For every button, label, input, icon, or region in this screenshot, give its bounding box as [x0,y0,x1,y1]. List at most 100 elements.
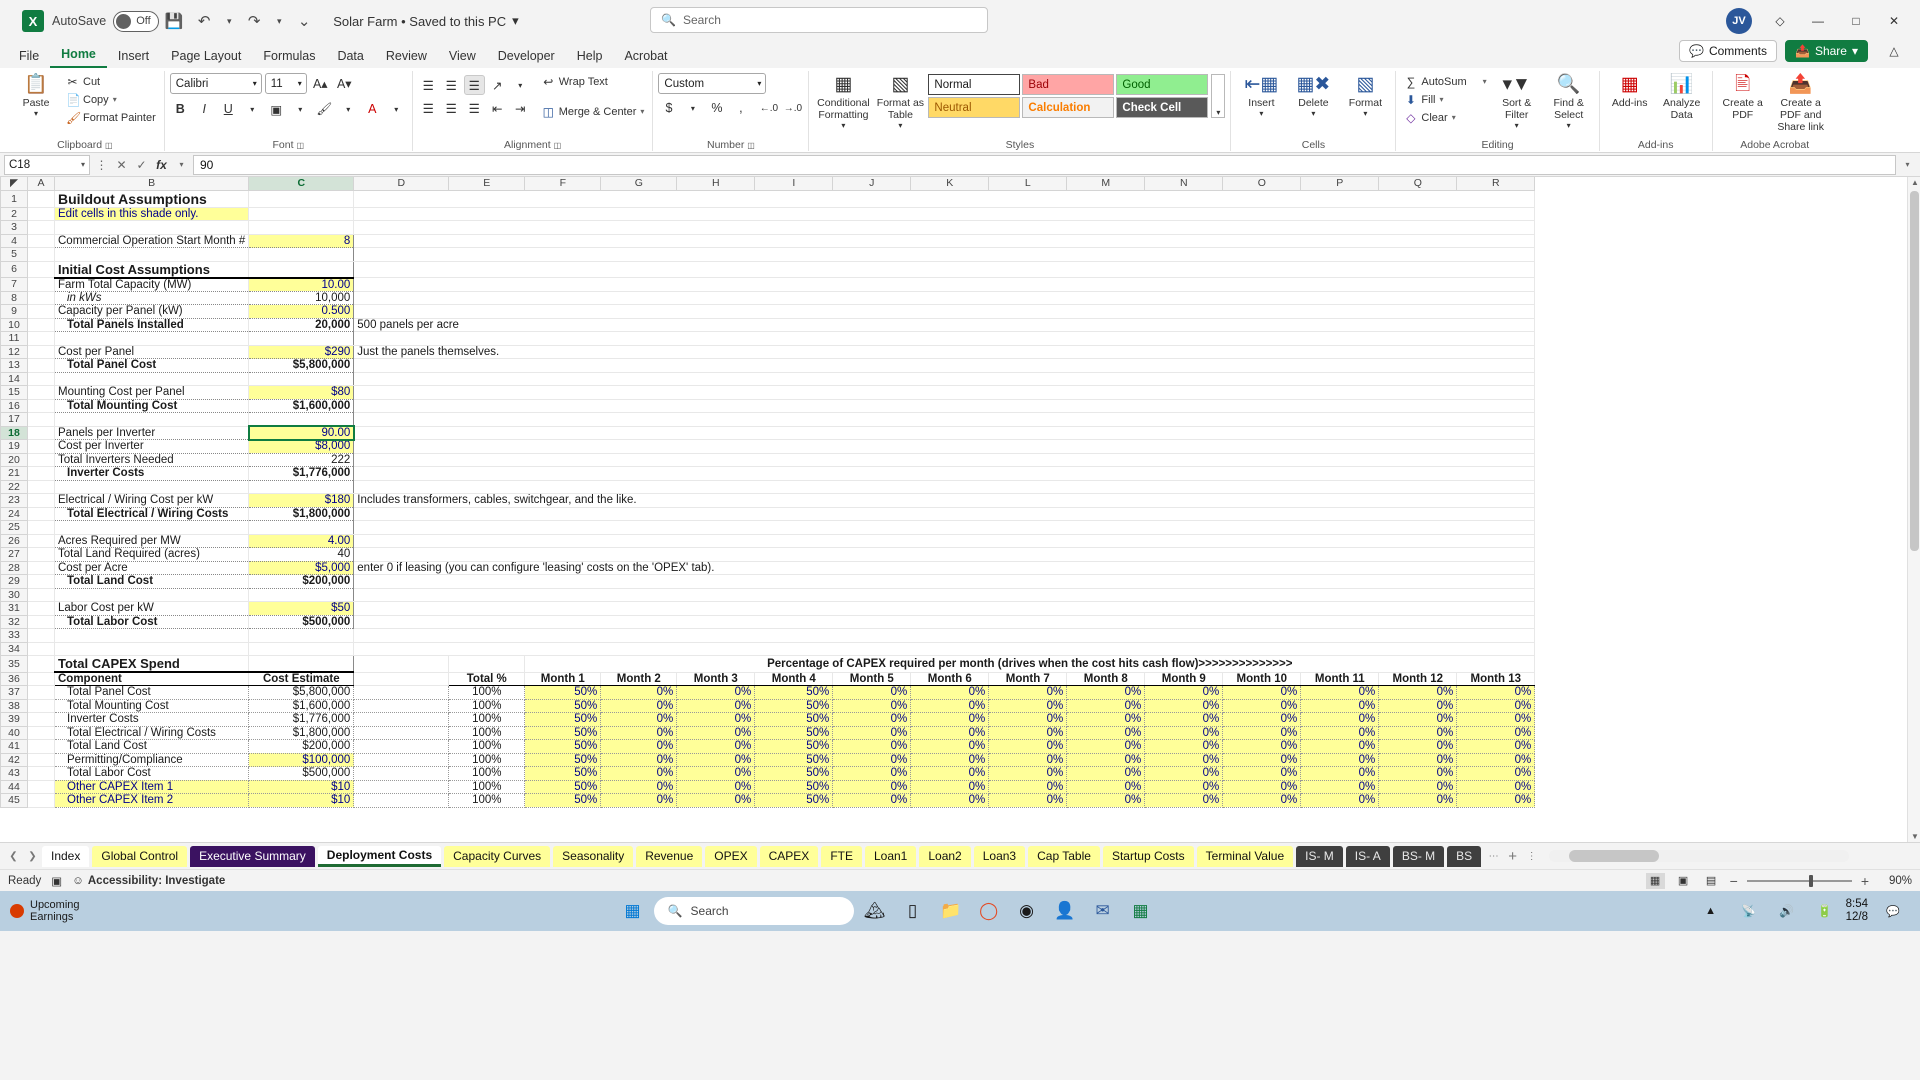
capex-H37[interactable]: 0% [676,685,756,700]
column-header-A[interactable]: A [27,177,55,191]
cell-A34[interactable] [27,642,55,656]
capex-L40[interactable]: 0% [988,725,1068,740]
capex-L38[interactable]: 0% [988,698,1068,713]
capex-total-42[interactable]: 100% [448,752,526,767]
ribbon-collapse-icon[interactable]: △ [1876,36,1912,66]
comments-button[interactable]: 💬 Comments [1679,40,1777,62]
notifications-icon[interactable]: 💬 [1876,895,1910,927]
row-44[interactable]: 44 Other CAPEX Item 1 $10 100% 50% 0% 0% 50% 0% 0… [0,779,1536,794]
cell-D3[interactable] [353,220,1536,235]
tab-insert[interactable]: Insert [107,46,160,68]
cell-B16[interactable]: Total Mounting Cost [54,399,250,413]
create-pdf-button[interactable]: 🖹 Create a PDF [1718,73,1768,122]
cell-C24[interactable]: $1,800,000 [248,507,355,521]
cell-A5[interactable] [27,247,55,262]
close-button[interactable]: ✕ [1876,6,1912,36]
cell-A40[interactable] [27,726,55,740]
row-22[interactable]: 22 [0,479,1536,494]
cell-D36[interactable] [353,672,450,686]
zoom-knob[interactable] [1808,874,1813,887]
formula-bar-expand-icon[interactable]: ▾ [1899,155,1916,175]
cell-A32[interactable] [27,615,55,629]
capex-L41[interactable]: 0% [988,739,1068,754]
capex-Q40[interactable]: 0% [1378,725,1458,740]
cell-D9[interactable] [353,304,1536,319]
battery-icon[interactable]: 🔋 [1808,895,1842,927]
capex-I42[interactable]: 50% [754,752,834,767]
row-6[interactable]: 6 Initial Cost Assumptions [0,260,1536,279]
comma-format-icon[interactable]: , [730,98,751,118]
capex-total-39[interactable]: 100% [448,712,526,727]
sheet-tab-bs[interactable]: BS [1447,845,1482,867]
row-30[interactable]: 30 [0,587,1536,602]
capex-I37[interactable]: 50% [754,685,834,700]
column-header-F[interactable]: F [524,177,602,191]
column-header-M[interactable]: M [1066,177,1146,191]
name-box[interactable]: C18 ▾ [4,154,90,175]
row-27[interactable]: 27 Total Land Required (acres) 40 [0,547,1536,562]
cell-A14[interactable] [27,372,55,386]
capex-total-44[interactable]: 100% [448,779,526,794]
cell-D10[interactable]: 500 panels per acre [353,318,1536,332]
cell-B34[interactable] [54,642,250,656]
cell-C32[interactable]: $500,000 [248,615,355,629]
sheet-tab-startup-costs[interactable]: Startup Costs [1102,845,1194,867]
cell-B2[interactable]: Edit cells in this shade only. [54,207,250,221]
cell-D37[interactable] [353,685,450,700]
sheet-tab-seasonality[interactable]: Seasonality [553,845,634,867]
maximize-button[interactable]: □ [1838,6,1874,36]
cell-D18[interactable] [353,426,1536,440]
row-40[interactable]: 40 Total Electrical / Wiring Costs $1,800,… [0,725,1536,740]
fill-button[interactable]: ⬇ Fill ▾ [1401,91,1489,108]
cell-C3[interactable] [248,220,355,235]
cell-D21[interactable] [353,466,1536,481]
row-45[interactable]: 45 Other CAPEX Item 2 $10 100% 50% 0% 0% 50% 0% 0… [0,793,1536,808]
vertical-scrollbar[interactable]: ▲ ▼ [1907,177,1920,842]
number-format-select[interactable]: Custom ▾ [658,73,767,94]
capex-component-42[interactable]: Permitting/Compliance [53,752,250,767]
cell-A10[interactable] [27,318,55,332]
horizontal-scrollbar-thumb[interactable] [1569,850,1660,862]
scroll-down-icon[interactable]: ▼ [1911,832,1919,841]
capex-M38[interactable]: 0% [1066,698,1146,713]
sheet-tab-capex[interactable]: CAPEX [759,845,819,867]
format-painter-button[interactable]: 🖌 Format Painter [63,109,159,126]
increase-indent-icon[interactable]: ⇥ [510,98,531,118]
capex-G37[interactable]: 0% [600,685,678,700]
cell-D2[interactable] [353,207,1536,221]
cell-C5[interactable] [248,247,355,262]
row-37[interactable]: 37 Total Panel Cost $5,800,000 100% 50% 0% 0% 5… [0,685,1536,700]
cell-A12[interactable] [27,345,55,359]
cell-A21[interactable] [27,466,55,481]
row-header-19[interactable]: 19 [0,439,28,454]
cell-A42[interactable] [27,753,55,767]
capex-J41[interactable]: 0% [832,739,912,754]
capex-Q38[interactable]: 0% [1378,698,1458,713]
cell-B20[interactable]: Total Inverters Needed [54,453,250,467]
capex-cost-42[interactable]: $100,000 [248,752,355,767]
capex-F37[interactable]: 50% [524,685,602,700]
column-header-D[interactable]: D [353,177,450,191]
save-icon[interactable]: 💾 [159,7,189,35]
chevron-down-icon[interactable]: ▾ [1483,77,1487,86]
capex-P40[interactable]: 0% [1300,725,1380,740]
cell-C13[interactable]: $5,800,000 [248,358,355,373]
cell-C35[interactable] [248,655,355,673]
show-hidden-icons[interactable]: ▲ [1694,895,1728,927]
sheet-tab-deployment-costs[interactable]: Deployment Costs [317,845,442,867]
capex-component-38[interactable]: Total Mounting Cost [53,698,250,713]
decrease-font-size-icon[interactable]: A▾ [334,74,355,94]
cell-B22[interactable] [54,480,250,494]
capex-R44[interactable]: 0% [1456,779,1536,794]
cell-D44[interactable] [353,779,450,794]
merge-center-button[interactable]: ◫ Merge & Center ▾ [539,103,648,120]
enter-icon[interactable]: ✓ [133,155,150,175]
sheet-tab-is-m[interactable]: IS- M [1296,845,1343,867]
cell-D29[interactable] [353,574,1536,589]
capex-G45[interactable]: 0% [600,793,678,808]
row-21[interactable]: 21 Inverter Costs $1,776,000 [0,466,1536,481]
cell-D26[interactable] [353,534,1536,548]
capex-cost-38[interactable]: $1,600,000 [248,698,355,713]
row-43[interactable]: 43 Total Labor Cost $500,000 100% 50% 0% 0% 50%… [0,766,1536,781]
capex-N42[interactable]: 0% [1144,752,1224,767]
